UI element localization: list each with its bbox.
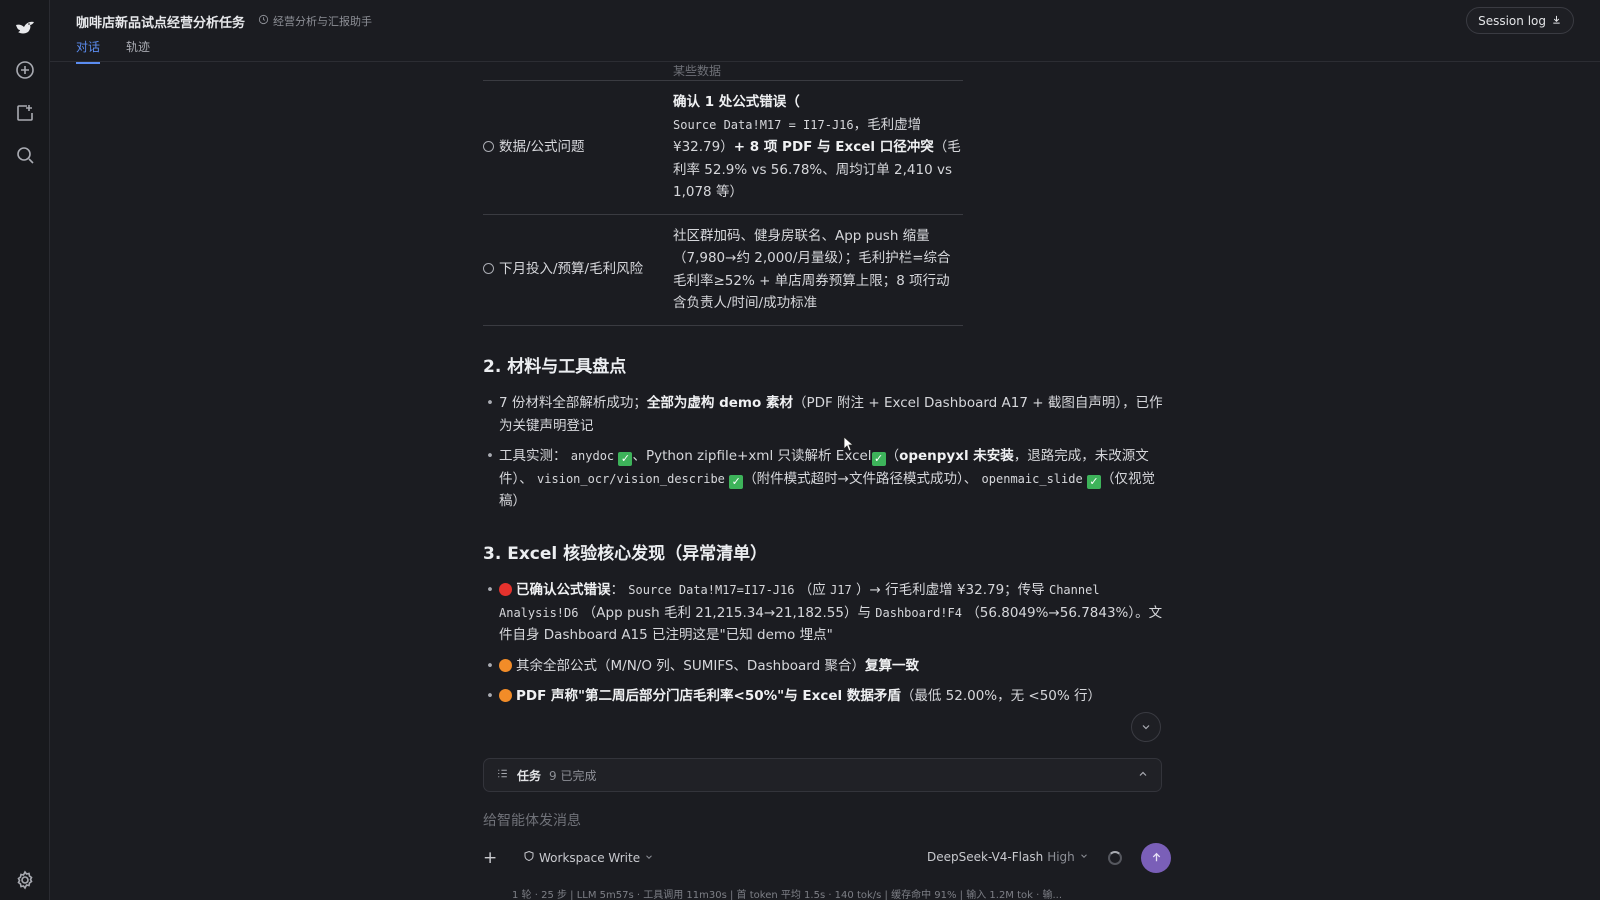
workspace-mode-label: Workspace Write	[539, 850, 641, 865]
send-button[interactable]	[1141, 843, 1171, 873]
task-title: 咖啡店新品试点经营分析任务	[76, 16, 246, 31]
check-icon: ✓	[1087, 474, 1101, 489]
assistant-name: 经营分析与汇报助手	[273, 15, 372, 28]
table-cell-label: 下月投入/预算/毛利风险	[483, 214, 673, 326]
share-icon[interactable]	[13, 101, 37, 125]
tasks-count: 9 已完成	[549, 768, 597, 783]
section-heading: 3. Excel 核验核心发现（异常清单）	[483, 543, 768, 564]
orange-circle-icon	[499, 658, 512, 672]
sidebar	[0, 0, 50, 900]
search-icon[interactable]	[13, 143, 37, 167]
chevron-down-icon	[644, 851, 654, 865]
reasoning-level: High	[1047, 850, 1075, 864]
message-input[interactable]	[483, 810, 1143, 832]
table-row: 某些数据	[483, 62, 963, 81]
tab-trace[interactable]: 轨迹	[126, 38, 150, 64]
check-icon: ✓	[729, 474, 744, 489]
check-icon: ✓	[871, 452, 886, 466]
check-icon: ✓	[618, 452, 633, 466]
bullet-list: 7 份材料全部解析成功；全部为虚构 demo 素材（PDF 附注 + Excel…	[483, 392, 1163, 513]
orange-circle-icon	[499, 689, 512, 702]
chevron-down-icon	[1079, 850, 1089, 864]
message-content: 某些数据 数据/公式问题 确认 1 处公式错误（ Source Data!M17…	[483, 62, 1163, 752]
list-item: 工具实测： anydoc ✓、Python zipfile+xml 只读解析 E…	[483, 445, 1163, 513]
tab-chat[interactable]: 对话	[76, 38, 101, 64]
logo-icon[interactable]	[13, 16, 37, 40]
tasks-label: 任务	[517, 768, 542, 783]
table-row: 数据/公式问题 确认 1 处公式错误（ Source Data!M17 = I1…	[483, 80, 963, 215]
shield-icon	[523, 850, 535, 865]
task-list-icon	[496, 767, 509, 783]
table-cell-label: 数据/公式问题	[483, 80, 673, 215]
list-item: 7 份材料全部解析成功；全部为虚构 demo 素材（PDF 附注 + Excel…	[483, 392, 1163, 437]
composer: + Workspace Write DeepSeek-V4-Flash High	[475, 800, 1171, 880]
list-item: PDF 声称"第二周后部分门店毛利率<50%"与 Excel 数据矛盾（最低 5…	[483, 685, 1163, 708]
mouse-cursor-icon	[843, 436, 855, 452]
settings-icon[interactable]	[13, 868, 37, 892]
workspace-mode-select[interactable]: Workspace Write	[523, 850, 654, 865]
summary-table: 某些数据 数据/公式问题 确认 1 处公式错误（ Source Data!M17…	[483, 62, 963, 326]
chevron-down-icon	[1140, 718, 1152, 737]
red-circle-icon	[499, 583, 512, 596]
table-row: 下月投入/预算/毛利风险 社区群加码、健身房联名、App push 缩量（7,9…	[483, 214, 963, 326]
tab-bar: 对话 轨迹	[76, 38, 150, 64]
model-name: DeepSeek-V4-Flash	[927, 850, 1044, 864]
session-log-button[interactable]: Session log	[1466, 7, 1574, 34]
loading-spinner-icon	[1108, 851, 1122, 865]
section-heading: 2. 材料与工具盘点	[483, 356, 627, 377]
new-chat-icon[interactable]	[13, 58, 37, 82]
agent-icon	[258, 14, 269, 28]
model-select[interactable]: DeepSeek-V4-Flash High	[927, 850, 1089, 864]
session-log-label: Session log	[1478, 13, 1546, 28]
status-circle-icon	[483, 141, 494, 152]
bullet-list: 已确认公式错误： Source Data!M17=I17-J16 （应 J17 …	[483, 579, 1163, 708]
scroll-down-button[interactable]	[1131, 712, 1161, 742]
assistant-badge[interactable]: 经营分析与汇报助手	[258, 13, 372, 29]
status-line: 1 轮 · 25 步 | LLM 5m57s · 工具调用 11m30s | 首…	[512, 890, 1063, 900]
status-circle-icon	[483, 263, 494, 275]
list-item: 其余全部公式（M/N/O 列、SUMIFS、Dashboard 聚合）复算一致	[483, 655, 1163, 678]
download-icon	[1551, 14, 1562, 28]
table-cell-value: 确认 1 处公式错误（ Source Data!M17 = I17-J16，毛利…	[673, 80, 963, 215]
truncated-cell: 某些数据	[673, 64, 722, 78]
table-cell-value: 社区群加码、健身房联名、App push 缩量（7,980→约 2,000/月量…	[673, 214, 963, 326]
arrow-up-icon	[1150, 849, 1163, 868]
header: 咖啡店新品试点经营分析任务 经营分析与汇报助手 对话 轨迹 Session lo…	[50, 0, 1600, 64]
list-item: 已确认公式错误： Source Data!M17=I17-J16 （应 J17 …	[483, 579, 1163, 647]
tasks-panel-toggle[interactable]: 任务 9 已完成	[483, 758, 1162, 792]
add-attachment-button[interactable]: +	[483, 848, 497, 868]
chevron-up-icon	[1137, 768, 1149, 783]
